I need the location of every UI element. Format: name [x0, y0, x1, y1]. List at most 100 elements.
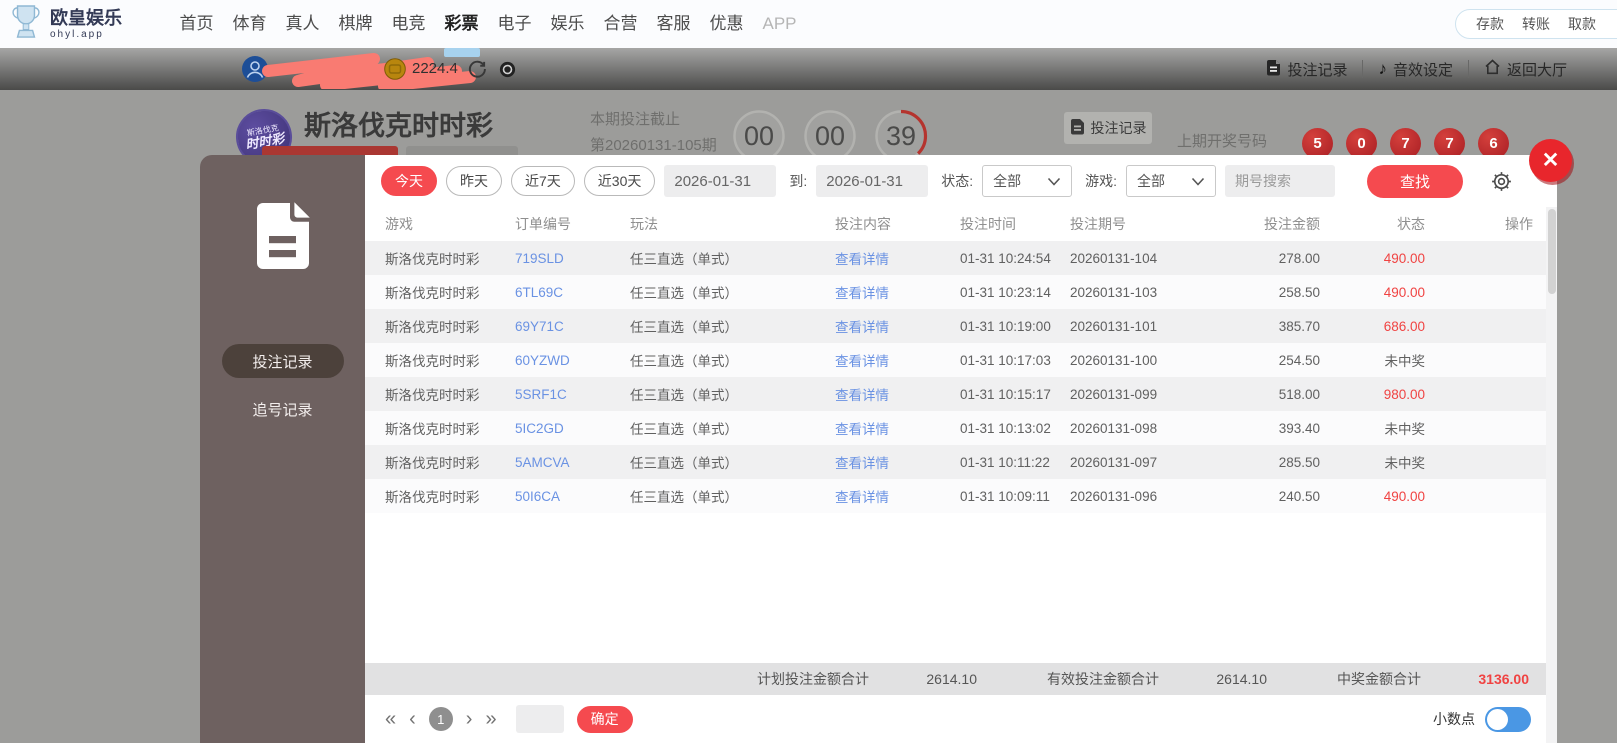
transfer-button[interactable]: 转账 — [1522, 14, 1550, 34]
game-title: 斯洛伐克时时彩 — [304, 111, 493, 141]
game-select[interactable]: 全部 — [1126, 165, 1217, 197]
column-header-status: 状态 — [1397, 216, 1425, 232]
current-page-badge[interactable]: 1 — [428, 707, 453, 731]
period-search-input[interactable] — [1225, 165, 1336, 197]
bet-records-link[interactable]: 投注记录 — [1266, 59, 1347, 80]
back-to-lobby-link[interactable]: 返回大厅 — [1484, 59, 1567, 80]
view-details-link[interactable]: 查看详情 — [835, 282, 960, 302]
sidebar-item-bet-records[interactable]: 投注记录 — [221, 344, 344, 378]
confirm-page-button[interactable]: 确定 — [576, 705, 633, 733]
nav-item-promos[interactable]: 优惠 — [700, 0, 753, 48]
column-header-actions: 操作 — [1505, 216, 1533, 232]
toolbar-actions: 投注记录 ♪ 音效设定 返回大厅 — [1266, 48, 1567, 90]
status-value: 未中奖 — [1384, 456, 1426, 471]
nav-item-live[interactable]: 真人 — [276, 0, 329, 48]
sound-settings-link[interactable]: ♪ 音效设定 — [1378, 59, 1453, 80]
period-cell: 20260131-097 — [1070, 454, 1158, 470]
order-id-link[interactable]: 5SRF1C — [515, 387, 630, 402]
order-id-link[interactable]: 719SLD — [515, 251, 630, 266]
column-header-period: 投注期号 — [1070, 216, 1126, 232]
status-value: 未中奖 — [1384, 422, 1426, 437]
prev-page-button[interactable]: ‹ — [409, 709, 416, 729]
game-cell: 斯洛伐克时时彩 — [385, 456, 480, 471]
sidebar-item-chase-records[interactable]: 追号记录 — [222, 392, 344, 426]
scrollbar-thumb[interactable] — [1548, 209, 1556, 294]
toggle-knob — [1487, 708, 1508, 730]
amount-cell: 285.50 — [1278, 454, 1320, 470]
settings-gear-icon[interactable] — [1490, 170, 1513, 193]
status-select[interactable]: 全部 — [982, 165, 1073, 197]
music-note-icon: ♪ — [1378, 59, 1387, 78]
nav-item-partnership[interactable]: 合营 — [594, 0, 647, 48]
bet-records-modal: ✕ 投注记录 追号记录 今天 昨天 近7天 近30天 到: — [200, 139, 1572, 743]
page-jump-input[interactable] — [515, 705, 564, 733]
time-cell: 01-31 10:17:03 — [960, 352, 1051, 368]
eye-icon[interactable] — [498, 61, 517, 83]
time-cell: 01-31 10:15:17 — [960, 386, 1051, 402]
filter-7days-button[interactable]: 近7天 — [511, 166, 575, 196]
nav-item-esports[interactable]: 电竞 — [382, 0, 435, 48]
column-header-time: 投注时间 — [960, 216, 1016, 232]
to-label: 到: — [789, 173, 808, 189]
period-cell: 20260131-098 — [1070, 420, 1158, 436]
nav-item-lottery[interactable]: 彩票 — [435, 0, 488, 48]
table-row: 斯洛伐克时时彩 5SRF1C 任三直选（单式） 查看详情 01-31 10:15:17 2… — [365, 377, 1557, 411]
nav-item-app[interactable]: APP — [753, 0, 806, 48]
nav-item-slots[interactable]: 电子 — [488, 0, 541, 48]
game-cell: 斯洛伐克时时彩 — [385, 286, 480, 301]
nav-item-sports[interactable]: 体育 — [223, 0, 276, 48]
date-to-input[interactable] — [816, 165, 929, 197]
view-details-link[interactable]: 查看详情 — [835, 350, 960, 370]
order-id-link[interactable]: 6TL69C — [515, 285, 630, 300]
play-cell: 任三直选（单式） — [630, 456, 738, 471]
next-page-button[interactable]: › — [466, 709, 473, 729]
filter-yesterday-button[interactable]: 昨天 — [446, 166, 502, 196]
nav-item-home[interactable]: 首页 — [170, 0, 223, 48]
order-id-link[interactable]: 50I6CA — [515, 489, 630, 504]
game-cell: 斯洛伐克时时彩 — [385, 422, 480, 437]
amount-cell: 385.70 — [1278, 318, 1320, 334]
order-id-link[interactable]: 5AMCVA — [515, 455, 630, 470]
table-row: 斯洛伐克时时彩 60YZWD 任三直选（单式） 查看详情 01-31 10:17:03 2… — [365, 343, 1557, 377]
filter-30days-button[interactable]: 近30天 — [583, 166, 656, 196]
back-to-lobby-label: 返回大厅 — [1506, 61, 1567, 79]
view-details-link[interactable]: 查看详情 — [835, 486, 960, 506]
order-id-link[interactable]: 60YZWD — [515, 353, 630, 368]
withdraw-button[interactable]: 取款 — [1568, 14, 1596, 34]
view-details-link[interactable]: 查看详情 — [835, 384, 960, 404]
close-button[interactable]: ✕ — [1529, 139, 1572, 182]
decimal-toggle[interactable] — [1485, 706, 1531, 732]
last-page-button[interactable]: » — [485, 709, 496, 729]
nav-item-cards[interactable]: 棋牌 — [329, 0, 382, 48]
table-row: 斯洛伐克时时彩 69Y71C 任三直选（单式） 查看详情 01-31 10:19:00 2… — [365, 309, 1557, 343]
play-cell: 任三直选（单式） — [630, 320, 738, 335]
view-details-link[interactable]: 查看详情 — [835, 452, 960, 472]
decimal-label: 小数点 — [1433, 711, 1475, 727]
table-row: 斯洛伐克时时彩 5AMCVA 任三直选（单式） 查看详情 01-31 10:11:22 2… — [365, 445, 1557, 479]
nav-item-entertainment[interactable]: 娱乐 — [541, 0, 594, 48]
scrollbar[interactable] — [1546, 207, 1557, 743]
view-details-link[interactable]: 查看详情 — [835, 316, 960, 336]
deadline-label: 本期投注截止 — [590, 111, 681, 128]
plan-total-label: 计划投注金额合计 — [757, 671, 869, 687]
amount-cell: 518.00 — [1278, 386, 1320, 402]
deposit-button[interactable]: 存款 — [1476, 14, 1504, 34]
trophy-icon — [10, 3, 42, 46]
search-button[interactable]: 查找 — [1367, 164, 1463, 198]
period-cell: 20260131-100 — [1070, 352, 1158, 368]
date-from-input[interactable] — [664, 165, 777, 197]
brand-logo[interactable]: 欧皇娱乐 ohyl.app — [10, 3, 158, 46]
refresh-icon[interactable] — [468, 60, 486, 83]
order-id-link[interactable]: 69Y71C — [515, 319, 630, 334]
home-icon — [1484, 59, 1501, 79]
table-empty-space — [365, 513, 1557, 663]
nav-item-support[interactable]: 客服 — [647, 0, 700, 48]
column-header-game: 游戏 — [385, 216, 413, 232]
order-id-link[interactable]: 5IC2GD — [515, 421, 630, 436]
filter-today-button[interactable]: 今天 — [381, 166, 437, 196]
game-cell: 斯洛伐克时时彩 — [385, 490, 480, 505]
first-page-button[interactable]: « — [385, 709, 396, 729]
view-details-link[interactable]: 查看详情 — [835, 248, 960, 268]
header-bet-records-button[interactable]: 投注记录 — [1064, 112, 1152, 144]
view-details-link[interactable]: 查看详情 — [835, 418, 960, 438]
